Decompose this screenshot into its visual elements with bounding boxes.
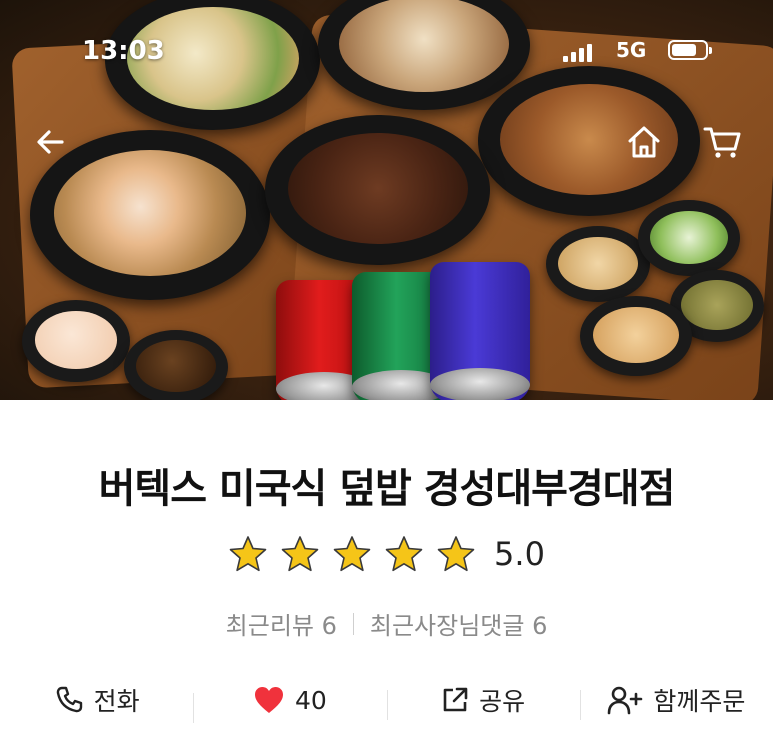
- share-icon: [443, 687, 468, 712]
- battery-icon: [668, 40, 712, 60]
- call-label: 전화: [93, 687, 140, 716]
- recent-reviews-link[interactable]: 최근리뷰 6: [226, 606, 337, 641]
- status-time: 13:03: [82, 36, 165, 66]
- star-icon: [437, 536, 475, 572]
- topping-bowl: [638, 200, 740, 276]
- group-order-button[interactable]: 함께주문: [579, 682, 773, 720]
- cart-icon: [703, 127, 741, 158]
- topping-bowl: [580, 296, 692, 376]
- grilled-chicken-bowl: [478, 66, 700, 216]
- review-counts: 최근리뷰 6 최근사장님댓글 6: [0, 606, 773, 641]
- call-button[interactable]: 전화: [0, 682, 193, 718]
- topping-bowl: [546, 226, 650, 302]
- star-icon: [229, 536, 267, 572]
- store-info-panel: 버텍스 미국식 덮밥 경성대부경대점 5.0 최근리뷰 6 최근사장님댓글 6 …: [0, 400, 773, 754]
- home-button[interactable]: [622, 120, 666, 164]
- store-name: 버텍스 미국식 덮밥 경성대부경대점: [98, 466, 676, 512]
- network-type: 5G: [616, 38, 647, 62]
- share-button[interactable]: 공유: [386, 682, 580, 720]
- status-bar: 13:03 5G: [0, 36, 773, 68]
- star-rating: [228, 534, 476, 574]
- like-button[interactable]: 40: [193, 685, 386, 723]
- home-icon: [628, 126, 660, 158]
- back-button[interactable]: [28, 120, 72, 164]
- sauce-bowl: [22, 300, 130, 382]
- signal-icon: [563, 42, 592, 62]
- grape-soda-can: [430, 262, 530, 400]
- sauce-bowl: [124, 330, 228, 400]
- cart-button[interactable]: [700, 120, 744, 164]
- heart-icon: [254, 687, 283, 713]
- divider: [352, 612, 354, 635]
- add-person-icon: [608, 686, 643, 715]
- star-icon: [333, 536, 371, 572]
- steak-cube-bowl: [265, 115, 490, 265]
- rating-row: 5.0: [0, 534, 773, 574]
- owner-comments-link[interactable]: 최근사장님댓글 6: [370, 606, 547, 641]
- group-order-label: 함께주문: [653, 687, 746, 716]
- action-bar: 전화 40 공유 함께주문: [0, 670, 773, 730]
- like-count: 40: [294, 685, 327, 715]
- star-icon: [385, 536, 423, 572]
- share-label: 공유: [479, 687, 526, 716]
- star-icon: [281, 536, 319, 572]
- rating-score: 5.0: [494, 535, 545, 573]
- back-arrow-icon: [37, 130, 64, 154]
- phone-icon: [56, 686, 82, 713]
